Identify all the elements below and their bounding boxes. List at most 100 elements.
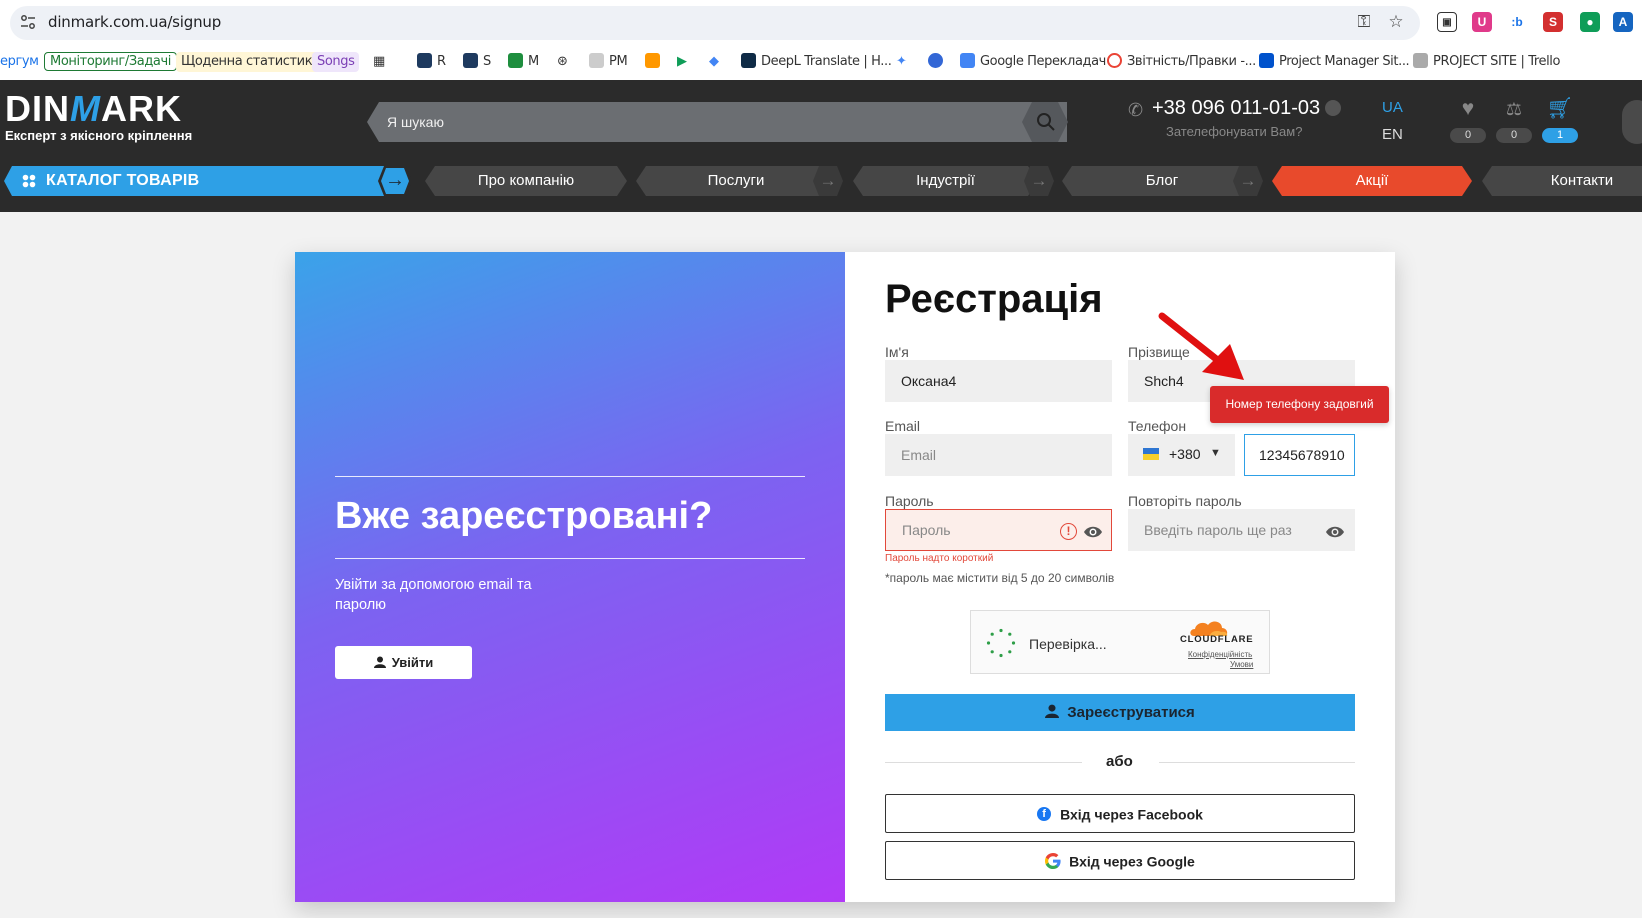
url-text[interactable]: dinmark.com.ua/signup xyxy=(48,13,221,31)
phone-label: Телефон xyxy=(1128,418,1187,434)
login-button[interactable]: Увійти xyxy=(335,646,472,679)
diamond-bookmark-icon[interactable]: ◆ xyxy=(709,52,719,72)
nav-about[interactable]: Про компанію xyxy=(425,166,627,196)
nav-services[interactable]: Послуги xyxy=(636,166,836,196)
show-password-repeat-eye-icon[interactable] xyxy=(1325,524,1345,540)
facebook-login-button[interactable]: f Вхід через Facebook xyxy=(885,794,1355,833)
ublock-extension-icon[interactable]: U xyxy=(1472,12,1492,32)
bookmark-item[interactable]: R xyxy=(417,52,446,72)
bookmark-item[interactable]: ергум xyxy=(0,52,39,72)
bookmark-star-icon[interactable]: ☆ xyxy=(1386,12,1406,32)
bookmark-item[interactable]: Звітність/Правки -... xyxy=(1107,52,1256,72)
password-label: Пароль xyxy=(885,493,934,509)
image-extension-icon[interactable]: ▣ xyxy=(1437,12,1457,32)
bookmark-item[interactable]: Google Перекладач xyxy=(960,52,1106,72)
loading-spinner-icon xyxy=(986,628,1016,658)
or-separator: або xyxy=(1106,753,1133,770)
lang-en[interactable]: EN xyxy=(1382,126,1403,143)
callback-link[interactable]: Зателефонувати Вам? xyxy=(1166,124,1302,139)
site-settings-icon[interactable] xyxy=(20,15,36,29)
facebook-icon: f xyxy=(1037,807,1052,822)
user-account-icon[interactable] xyxy=(1622,100,1642,144)
nav-industries[interactable]: Індустрії xyxy=(853,166,1038,196)
bookmark-item[interactable]: Моніторинг/Задачі xyxy=(44,52,177,71)
nav-contacts[interactable]: Контакти xyxy=(1482,166,1642,196)
address-bar[interactable] xyxy=(10,6,1420,40)
google-login-button[interactable]: Вхід через Google xyxy=(885,841,1355,880)
bookmark-favicon-icon[interactable] xyxy=(928,52,948,72)
green-extension-icon[interactable]: ● xyxy=(1580,12,1600,32)
play-bookmark-icon[interactable]: ▶ xyxy=(677,52,687,72)
cart-icon[interactable]: 🛒︎ xyxy=(1545,98,1575,120)
bookmarks-bar: ергум Моніторинг/Задачі Щоденна статисти… xyxy=(0,44,1642,80)
captcha-terms-link[interactable]: Умови xyxy=(1230,660,1253,669)
email-label: Email xyxy=(885,418,921,434)
logo-tagline: Експерт з якісного кріплення xyxy=(5,128,193,143)
bookmark-item[interactable]: DeepL Translate | H... xyxy=(741,52,892,72)
ukraine-flag-icon xyxy=(1143,448,1159,460)
nav-blog[interactable]: Блог xyxy=(1062,166,1262,196)
password-repeat-field[interactable] xyxy=(1128,509,1355,551)
bookmark-favicon-icon xyxy=(589,53,604,68)
phone-dropdown-icon[interactable] xyxy=(1325,100,1341,116)
s-extension-icon[interactable]: S xyxy=(1543,12,1563,32)
divider xyxy=(1159,762,1355,763)
captcha-status: Перевірка... xyxy=(1029,636,1107,652)
bookmark-favicon-icon[interactable] xyxy=(645,52,665,72)
nav-services-arrow-icon[interactable]: → xyxy=(813,166,843,196)
nav-blog-arrow-icon[interactable]: → xyxy=(1233,166,1263,196)
chatgpt-bookmark-icon[interactable]: ⊛ xyxy=(557,52,568,72)
bookmark-item[interactable]: S xyxy=(463,52,491,72)
email-field[interactable] xyxy=(885,434,1112,476)
google-icon xyxy=(1045,853,1061,870)
trello-favicon-icon xyxy=(1259,53,1274,68)
dinmark-logo[interactable]: DINMARK xyxy=(5,90,182,128)
lang-ua[interactable]: UA xyxy=(1382,99,1403,116)
bookmark-item[interactable]: Project Manager Sit... xyxy=(1259,52,1410,72)
divider xyxy=(335,476,805,477)
red-arrow-annotation-icon xyxy=(1158,312,1244,380)
phone-icon: ✆ xyxy=(1128,100,1144,120)
phone-number[interactable]: +38 096 011-01-03 xyxy=(1152,97,1320,120)
phone-field[interactable] xyxy=(1244,434,1355,476)
bookmark-item[interactable]: M xyxy=(508,52,539,72)
deepl-favicon-icon xyxy=(741,53,756,68)
catalog-arrow-button[interactable]: → xyxy=(378,166,412,196)
first-name-field[interactable] xyxy=(885,360,1112,402)
apps-grid-icon[interactable]: ▦ xyxy=(373,52,385,72)
translate-favicon-icon xyxy=(960,53,975,68)
translate-extension-icon[interactable]: A xyxy=(1613,12,1633,32)
wishlist-heart-icon[interactable]: ♥ xyxy=(1453,98,1483,120)
captcha-privacy-link[interactable]: Конфіденційність xyxy=(1188,650,1252,659)
wishlist-count-badge: 0 xyxy=(1450,128,1486,143)
password-key-icon[interactable]: ⚿ xyxy=(1354,12,1374,32)
login-promo-subtitle: Увійти за допомогою email та паролю xyxy=(335,577,532,613)
bookmark-favicon-icon xyxy=(463,53,478,68)
compare-scales-icon[interactable]: ⚖ xyxy=(1499,98,1529,120)
login-promo-title: Вже зареєстровані? xyxy=(335,495,713,537)
b-extension-icon[interactable]: :b xyxy=(1507,12,1527,32)
search-input[interactable] xyxy=(387,102,987,142)
nav-sale[interactable]: Акції xyxy=(1272,166,1472,196)
trello-favicon-icon xyxy=(1413,53,1428,68)
nav-industries-arrow-icon[interactable]: → xyxy=(1024,166,1054,196)
bookmark-item[interactable]: Щоденна статистика xyxy=(176,52,325,72)
gemini-bookmark-icon[interactable]: ✦ xyxy=(896,52,907,72)
error-warning-icon: ! xyxy=(1060,523,1077,540)
arrow-right-icon: → xyxy=(381,168,409,194)
show-password-eye-icon[interactable] xyxy=(1083,524,1103,540)
register-button[interactable]: Зареєструватися xyxy=(885,694,1355,731)
form-title: Реєстрація xyxy=(885,277,1103,321)
browser-toolbar: dinmark.com.ua/signup ⚿ ☆ ▣ U :b S ● A xyxy=(0,0,1642,44)
password-field[interactable] xyxy=(885,509,1112,551)
google-favicon-icon xyxy=(1107,53,1122,68)
bookmark-item[interactable]: PM xyxy=(589,52,628,72)
country-code-value: +380 xyxy=(1169,446,1201,462)
bookmark-item[interactable]: Songs xyxy=(312,52,360,72)
search-bar xyxy=(367,102,1067,142)
catalog-label[interactable]: КАТАЛОГ ТОВАРІВ xyxy=(46,172,200,190)
catalog-grid-icon xyxy=(22,174,36,188)
bookmark-item[interactable]: PROJECT SITE | Trello xyxy=(1413,52,1560,72)
password-error-text: Пароль надто короткий xyxy=(885,553,994,564)
password-hint: *пароль має містити від 5 до 20 символів xyxy=(885,571,1115,585)
